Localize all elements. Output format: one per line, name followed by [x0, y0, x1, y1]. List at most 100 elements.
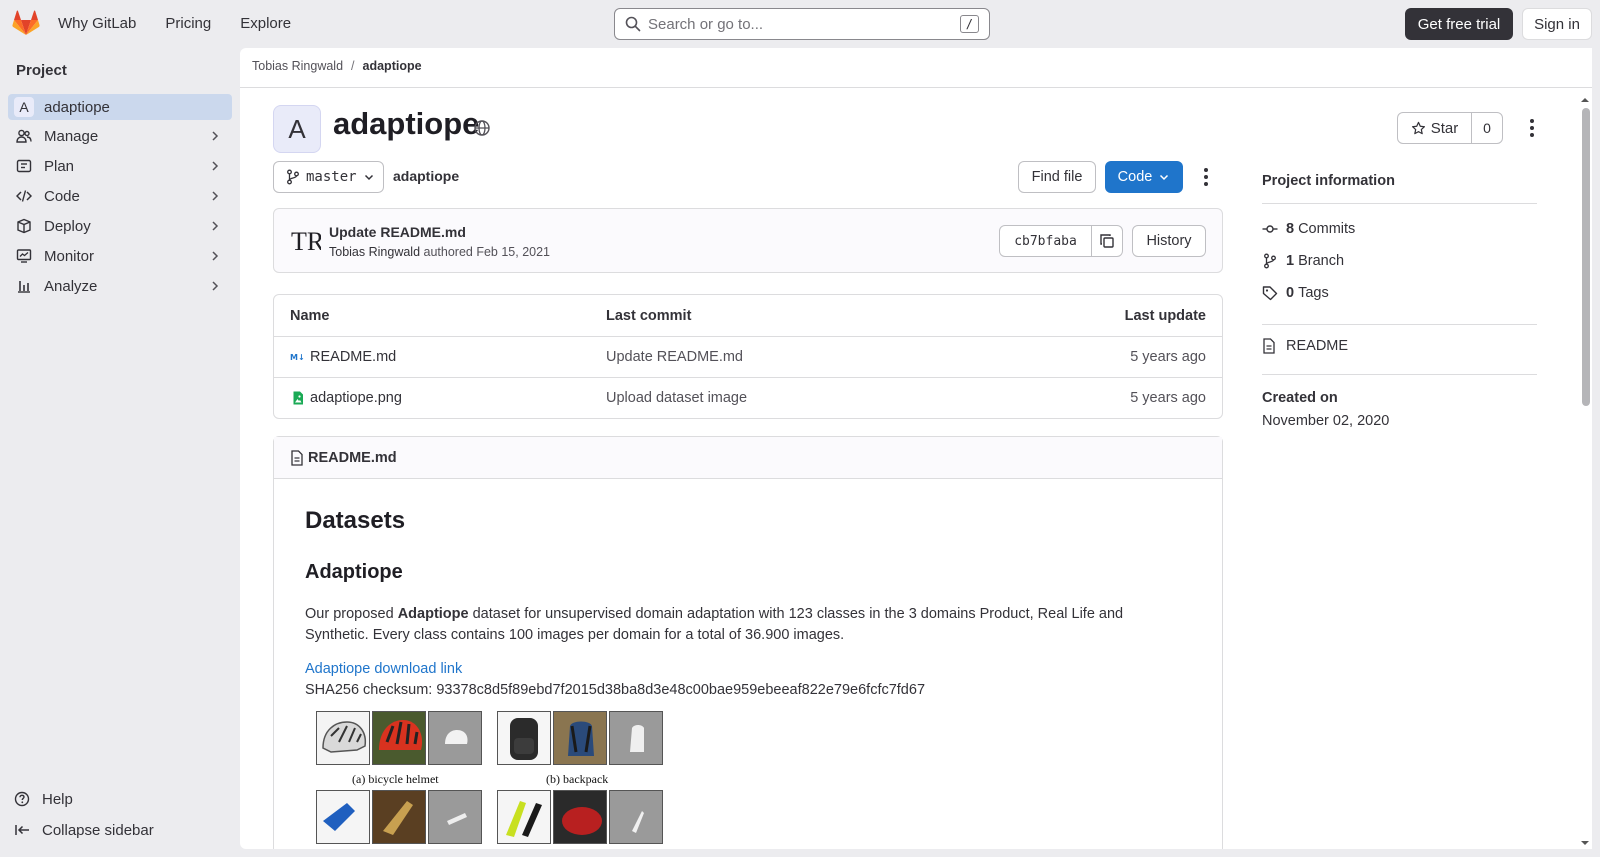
chevron-right-icon — [208, 249, 222, 263]
readme-heading-2: Adaptiope — [305, 561, 403, 583]
copy-icon[interactable] — [1092, 226, 1122, 256]
main-content: Tobias Ringwald / adaptiope A adaptiope … — [240, 48, 1592, 849]
divider — [1262, 324, 1537, 325]
commit-sha[interactable]: cb7bfaba — [1000, 226, 1092, 256]
commit-message[interactable]: Update README.md — [329, 224, 466, 240]
dataset-product-image — [497, 790, 551, 844]
find-file-button[interactable]: Find file — [1018, 161, 1096, 193]
scrollbar-thumb[interactable] — [1582, 108, 1590, 406]
branch-icon — [1262, 253, 1278, 269]
divider — [1262, 374, 1537, 375]
dataset-synthetic-image — [428, 790, 482, 844]
search-input[interactable]: Search or go to... / — [614, 8, 990, 40]
sidebar-title: Project — [16, 62, 67, 79]
more-actions-icon[interactable] — [1521, 116, 1543, 140]
svg-text:TR: TR — [291, 228, 321, 254]
sidebar-item-monitor[interactable]: Monitor — [8, 243, 232, 269]
code-button-label: Code — [1117, 169, 1153, 185]
backpack-product-image — [497, 711, 551, 765]
dataset-real-life-image — [372, 790, 426, 844]
helmet-synthetic-image — [428, 711, 482, 765]
readme-panel: README.md Datasets Adaptiope Our propose… — [273, 436, 1223, 849]
gitlab-logo-icon[interactable] — [12, 10, 40, 36]
sidebar-item-plan[interactable]: Plan — [8, 153, 232, 179]
repo-path[interactable]: adaptiope — [393, 168, 459, 184]
sidebar-item-label: Analyze — [44, 277, 98, 295]
code-dropdown-button[interactable]: Code — [1105, 161, 1183, 193]
file-name[interactable]: adaptiope.png — [310, 390, 402, 406]
more-actions-icon[interactable] — [1195, 165, 1217, 189]
planning-icon — [16, 158, 32, 174]
breadcrumb-divider — [240, 87, 1592, 88]
dataset-synthetic-image — [609, 790, 663, 844]
file-icon — [290, 449, 304, 466]
branch-label: Branch — [1298, 253, 1345, 269]
readme-heading-1: Datasets — [305, 507, 406, 534]
divider — [1262, 203, 1537, 204]
commit-author[interactable]: Tobias Ringwald — [329, 245, 420, 259]
collapse-sidebar-label: Collapse sidebar — [42, 821, 154, 839]
commits-link[interactable]: 8 Commits — [1262, 221, 1355, 237]
chevron-right-icon — [208, 279, 222, 293]
sidebar-item-code[interactable]: Code — [8, 183, 232, 209]
star-label: Star — [1430, 119, 1459, 137]
chevron-right-icon — [208, 219, 222, 233]
search-shortcut-key: / — [959, 15, 979, 33]
author-avatar[interactable]: TR — [291, 228, 321, 254]
star-icon — [1411, 121, 1426, 136]
file-last-update: 5 years ago — [1130, 349, 1206, 365]
nav-pricing[interactable]: Pricing — [155, 8, 221, 39]
collapse-sidebar-button[interactable]: Collapse sidebar — [8, 817, 232, 843]
get-free-trial-button[interactable]: Get free trial — [1405, 8, 1513, 40]
nav-why-gitlab[interactable]: Why GitLab — [48, 8, 146, 39]
figure-caption: (a) bicycle helmet — [352, 772, 439, 786]
tag-icon — [1262, 285, 1278, 301]
chevron-right-icon — [208, 159, 222, 173]
branches-link[interactable]: 1 Branch — [1262, 253, 1344, 269]
breadcrumb-project[interactable]: adaptiope — [363, 59, 422, 73]
download-link[interactable]: Adaptiope download link — [305, 661, 462, 677]
branch-selector[interactable]: master — [273, 161, 384, 193]
dataset-real-life-image — [553, 790, 607, 844]
nav-explore[interactable]: Explore — [230, 8, 301, 39]
column-last-update: Last update — [1124, 307, 1206, 324]
breadcrumb-owner[interactable]: Tobias Ringwald — [252, 59, 343, 73]
commit-authored-date: authored Feb 15, 2021 — [423, 245, 551, 259]
page-title: adaptiope — [333, 106, 480, 141]
sidebar-item-label: Code — [44, 187, 80, 205]
chevron-down-icon — [1158, 171, 1170, 183]
star-count[interactable]: 0 — [1472, 113, 1502, 143]
dataset-figure-image: (a) bicycle helmet (b) backpack — [316, 711, 666, 849]
sidebar-item-analyze[interactable]: Analyze — [8, 273, 232, 299]
readme-link[interactable]: README — [1262, 338, 1348, 354]
file-last-commit[interactable]: Upload dataset image — [606, 390, 747, 406]
help-button[interactable]: Help — [8, 786, 232, 812]
readme-header: README.md — [274, 437, 1222, 479]
readme-filename[interactable]: README.md — [308, 450, 397, 466]
sign-in-button[interactable]: Sign in — [1522, 8, 1592, 40]
chevron-right-icon — [208, 189, 222, 203]
markdown-file-icon: M↓ — [290, 349, 306, 365]
file-icon — [1262, 338, 1278, 354]
file-last-commit[interactable]: Update README.md — [606, 349, 743, 365]
created-on-label: Created on — [1262, 390, 1338, 406]
svg-text:M↓: M↓ — [290, 353, 305, 362]
table-row[interactable]: M↓ README.md Update README.md 5 years ag… — [274, 336, 1222, 377]
file-name[interactable]: README.md — [310, 349, 396, 365]
helmet-real-life-image — [372, 711, 426, 765]
history-button[interactable]: History — [1132, 225, 1206, 257]
sidebar-item-deploy[interactable]: Deploy — [8, 213, 232, 239]
file-name-cell[interactable]: adaptiope.png — [290, 390, 402, 406]
file-table: Name Last commit Last update M↓ README.m… — [273, 294, 1223, 419]
table-row[interactable]: adaptiope.png Upload dataset image 5 yea… — [274, 377, 1222, 418]
star-button[interactable]: Star — [1398, 113, 1472, 143]
code-icon — [16, 188, 32, 204]
sidebar-item-project[interactable]: A adaptiope — [8, 94, 232, 120]
sidebar-item-label: Plan — [44, 157, 75, 175]
collapse-left-icon — [14, 822, 30, 838]
tags-link[interactable]: 0 Tags — [1262, 285, 1329, 301]
sidebar-item-manage[interactable]: Manage — [8, 123, 232, 149]
project-info-title: Project information — [1262, 173, 1395, 189]
file-name-cell[interactable]: M↓ README.md — [290, 349, 396, 365]
deployments-icon — [16, 218, 32, 234]
